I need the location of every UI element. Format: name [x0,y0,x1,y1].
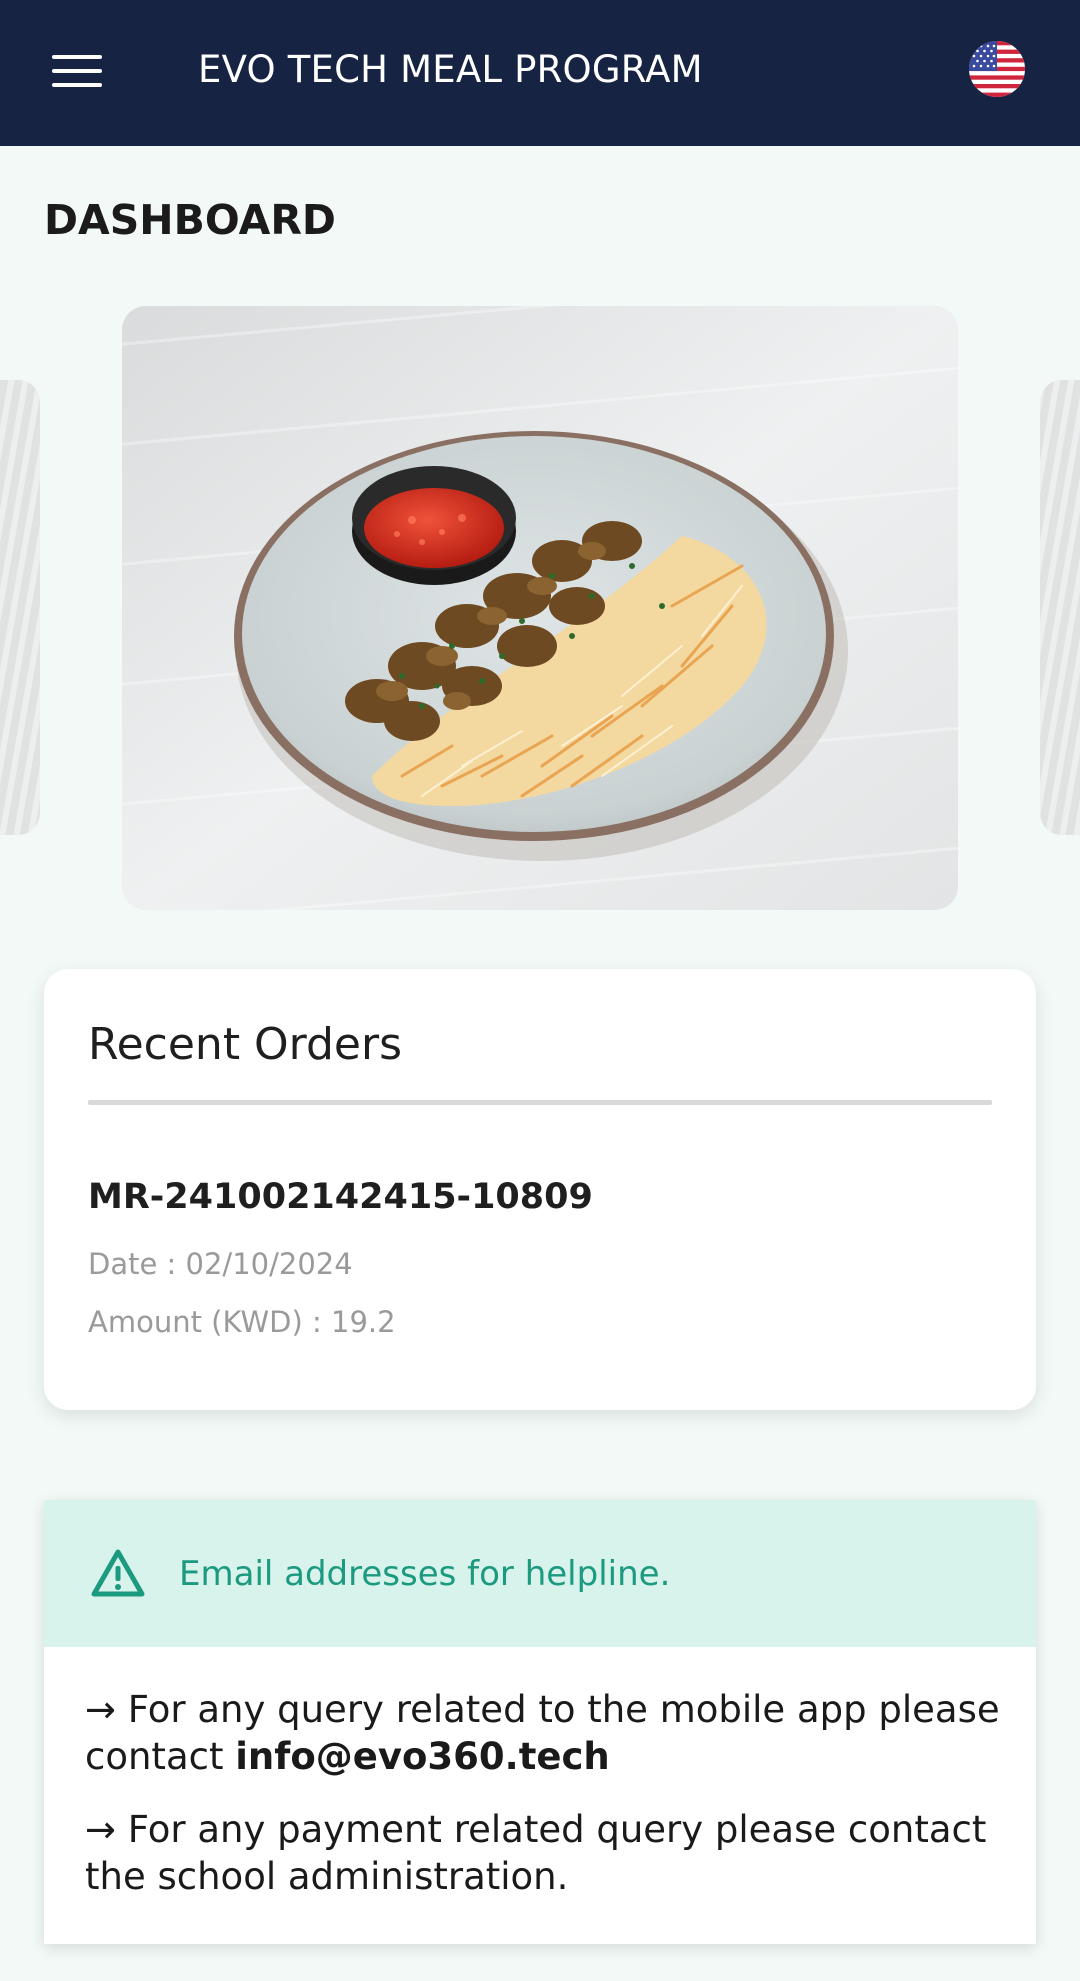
order-list-item[interactable]: MR-241002142415-10809 Date : 02/10/2024 … [88,1174,992,1354]
us-flag-icon[interactable] [969,41,1025,97]
helpline-app-query: → For any query related to the mobile ap… [85,1686,1005,1780]
order-id: MR-241002142415-10809 [88,1177,593,1217]
app-bar: EVO TECH MEAL PROGRAM [0,0,1080,146]
helpline-heading: Email addresses for helpline. [179,1554,671,1594]
app-title: EVO TECH MEAL PROGRAM [198,48,703,91]
warning-icon [91,1549,145,1597]
helpline-panel: Email addresses for helpline. → For any … [44,1500,1036,1944]
order-date: Date : 02/10/2024 [88,1247,353,1281]
carousel-previous-slide[interactable] [0,380,40,835]
page-title: DASHBOARD [44,196,336,244]
hamburger-menu-icon[interactable] [40,40,114,102]
recent-orders-card: Recent Orders MR-241002142415-10809 Date… [44,969,1036,1410]
helpline-payment-query: → For any payment related query please c… [85,1808,987,1898]
recent-orders-title: Recent Orders [88,1019,403,1070]
support-email-link[interactable]: info@evo360.tech [235,1735,610,1778]
order-amount: Amount (KWD) : 19.2 [88,1305,396,1339]
helpline-header: Email addresses for helpline. [44,1500,1036,1647]
carousel-next-slide[interactable] [1040,380,1080,835]
meal-carousel-image[interactable] [122,306,958,910]
helpline-body: → For any query related to the mobile ap… [85,1686,1005,1926]
divider [88,1100,992,1105]
